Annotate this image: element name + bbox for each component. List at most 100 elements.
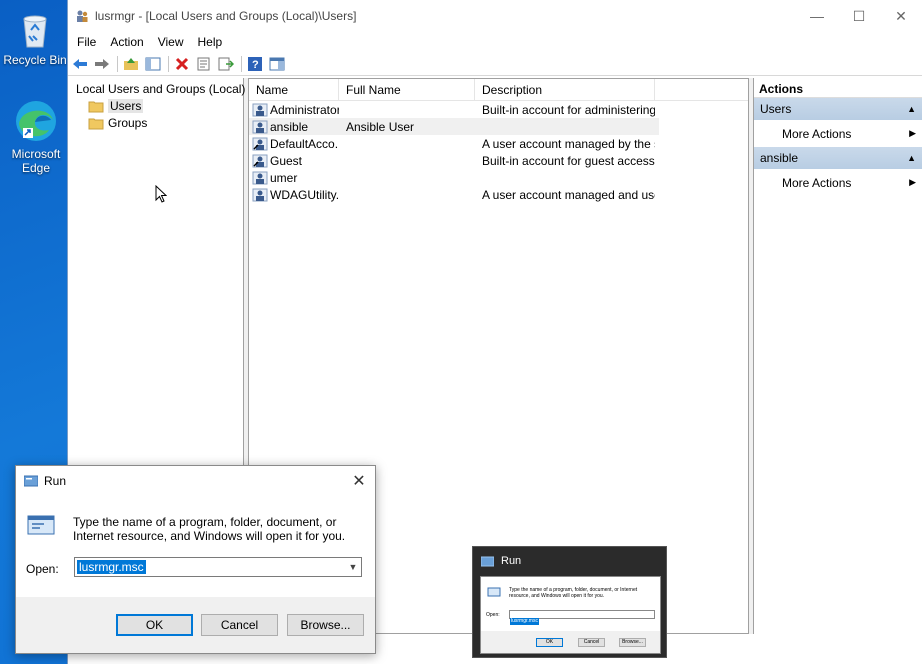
- thumbnail-footer: OK Cancel Browse...: [481, 631, 660, 653]
- properties-icon[interactable]: [194, 54, 214, 74]
- export-list-icon[interactable]: [216, 54, 236, 74]
- submenu-arrow-icon: ▶: [909, 177, 916, 187]
- run-description: Type the name of a program, folder, docu…: [73, 515, 346, 543]
- run-dialog: Run ✕ Type the name of a program, folder…: [15, 465, 376, 654]
- thumbnail-preview: Type the name of a program, folder, docu…: [480, 576, 661, 654]
- show-hide-tree-icon[interactable]: [143, 54, 163, 74]
- collapse-icon: ▲: [907, 104, 916, 114]
- list-header: Name Full Name Description: [249, 79, 748, 101]
- table-row[interactable]: ansible Ansible User: [249, 118, 659, 135]
- desktop-icon-recycle-bin[interactable]: Recycle Bin: [0, 10, 70, 67]
- desktop-icon-edge[interactable]: Microsoft Edge: [1, 98, 71, 175]
- tree-item-groups[interactable]: Groups: [68, 114, 243, 131]
- activation-watermark: Activat: [862, 622, 917, 642]
- back-icon[interactable]: [70, 54, 90, 74]
- table-row[interactable]: Guest Built-in account for guest access t…: [249, 152, 748, 169]
- action-label: More Actions: [782, 126, 852, 141]
- thumbnail-cancel-button: Cancel: [578, 638, 605, 647]
- recycle-bin-label: Recycle Bin: [3, 53, 67, 67]
- cell-name: Administrator: [249, 103, 339, 117]
- cell-description: Built-in account for administering...: [482, 102, 655, 117]
- collapse-icon: ▲: [907, 153, 916, 163]
- action-more-actions[interactable]: More Actions ▶: [754, 120, 922, 147]
- user-icon: [252, 120, 268, 133]
- thumbnail-title-bar: Run: [473, 547, 666, 575]
- column-header-description[interactable]: Description: [475, 79, 655, 100]
- table-row[interactable]: umer: [249, 169, 748, 186]
- menu-view[interactable]: View: [151, 35, 191, 49]
- forward-icon[interactable]: [92, 54, 112, 74]
- up-folder-icon[interactable]: [121, 54, 141, 74]
- run-open-label: Open:: [26, 562, 59, 576]
- cell-description: A user account managed by the s...: [482, 136, 655, 151]
- cell-full-name: Ansible User: [346, 119, 415, 134]
- edge-label: Microsoft Edge: [11, 147, 61, 175]
- folder-icon: [88, 101, 104, 112]
- mouse-pointer-icon: [155, 185, 167, 203]
- run-title: Run: [44, 474, 67, 488]
- user-name: Guest: [270, 153, 303, 168]
- table-row[interactable]: Administrator Built-in account for admini…: [249, 101, 748, 118]
- title-bar[interactable]: lusrmgr - [Local Users and Groups (Local…: [68, 0, 922, 32]
- user-icon: [252, 137, 268, 150]
- tree-users-label: Users: [108, 98, 144, 113]
- tree-item-root[interactable]: Local Users and Groups (Local): [68, 80, 245, 97]
- menu-file[interactable]: File: [70, 35, 103, 49]
- thumbnail-title: Run: [501, 555, 522, 567]
- cell-name: umer: [249, 171, 339, 185]
- actions-section-users[interactable]: Users ▲: [754, 98, 922, 120]
- user-icon: [252, 188, 268, 201]
- actions-pane: Actions Users ▲ More Actions ▶ ansible ▲…: [753, 78, 922, 634]
- svg-text:?: ?: [252, 59, 259, 71]
- action-label: More Actions: [782, 175, 852, 190]
- table-row[interactable]: WDAGUtility... A user account managed and…: [249, 186, 748, 203]
- cell-name: ansible: [249, 120, 339, 134]
- run-body: Type the name of a program, folder, docu…: [16, 496, 375, 599]
- folder-icon: [88, 118, 104, 129]
- menu-bar: File Action View Help: [68, 32, 922, 52]
- maximize-button[interactable]: ☐: [838, 0, 880, 32]
- activation-watermark-sub: Go to Se: [862, 646, 914, 661]
- user-name: WDAGUtility...: [270, 187, 339, 202]
- run-close-button[interactable]: ✕: [343, 471, 375, 491]
- cell-description: A user account managed and use...: [482, 187, 655, 202]
- column-header-name[interactable]: Name: [249, 79, 339, 100]
- thumbnail-open-value: lusrmgr.msc: [510, 618, 539, 625]
- thumbnail-open-box: lusrmgr.msc: [509, 610, 655, 625]
- taskbar-thumbnail-run[interactable]: Run Type the name of a program, folder, …: [472, 546, 667, 658]
- tree-item-users[interactable]: Users: [68, 97, 243, 114]
- users-app-icon: [77, 10, 88, 22]
- column-header-full-name[interactable]: Full Name: [339, 79, 475, 100]
- run-open-combobox[interactable]: lusrmgr.msc ▼: [74, 557, 362, 577]
- actions-section-title: ansible: [760, 151, 799, 165]
- delete-icon[interactable]: [172, 54, 192, 74]
- close-button[interactable]: ✕: [880, 0, 922, 32]
- recycle-bin-icon: [15, 10, 55, 50]
- user-name: Administrator: [270, 102, 339, 117]
- actions-section-title: Users: [760, 102, 792, 116]
- show-action-pane-icon[interactable]: [267, 54, 287, 74]
- run-program-icon: [27, 515, 55, 535]
- browse-button[interactable]: Browse...: [287, 614, 364, 636]
- thumbnail-open-label: Open:: [486, 612, 500, 618]
- action-more-actions[interactable]: More Actions ▶: [754, 169, 922, 196]
- toolbar: ?: [68, 52, 922, 76]
- thumbnail-description: Type the name of a program, folder, docu…: [509, 587, 638, 599]
- run-icon: [481, 556, 494, 566]
- menu-action[interactable]: Action: [103, 35, 150, 49]
- cancel-button[interactable]: Cancel: [201, 614, 278, 636]
- table-row[interactable]: DefaultAcco... A user account managed by …: [249, 135, 748, 152]
- user-name: DefaultAcco...: [270, 136, 339, 151]
- menu-help[interactable]: Help: [191, 35, 230, 49]
- ok-button[interactable]: OK: [116, 614, 193, 636]
- run-program-icon: [487, 587, 501, 597]
- run-footer: OK Cancel Browse...: [16, 597, 375, 653]
- actions-header: Actions: [754, 78, 922, 98]
- chevron-down-icon[interactable]: ▼: [345, 562, 361, 572]
- user-name: umer: [270, 170, 298, 185]
- run-title-bar[interactable]: Run ✕: [16, 466, 375, 496]
- actions-section-ansible[interactable]: ansible ▲: [754, 147, 922, 169]
- help-icon[interactable]: ?: [245, 54, 265, 74]
- minimize-button[interactable]: —: [796, 0, 838, 32]
- window-title: lusrmgr - [Local Users and Groups (Local…: [95, 9, 357, 23]
